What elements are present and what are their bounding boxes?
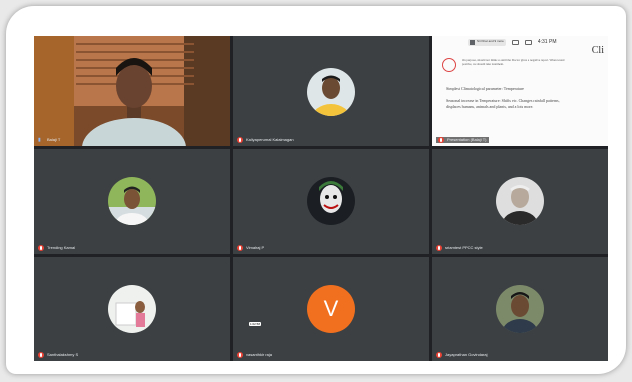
profile-avatar xyxy=(496,177,544,225)
participant-tile-vimalraj[interactable]: Vimalraj P xyxy=(233,149,429,254)
screenshot-frame: ▮ Balaji T Kaliyaperumal Kalaimagan Sri … xyxy=(6,6,626,374)
microphone-icon: ▮ xyxy=(38,137,41,143)
participant-label: sriamtest PPCC style xyxy=(436,245,483,251)
meeting-timer: 1:02:58 xyxy=(249,322,262,326)
mic-muted-icon xyxy=(38,245,44,251)
participant-tile-sriamtest[interactable]: sriamtest PPCC style xyxy=(432,149,608,254)
participant-name: Balaji T xyxy=(47,137,61,142)
user-thumbnail-icon xyxy=(470,39,475,45)
network-icon[interactable] xyxy=(511,39,519,45)
mic-muted-icon xyxy=(438,137,444,143)
shared-slide: Sri Khar and 9 more 4:31 PM Cli On purpo… xyxy=(432,36,608,146)
profile-avatar xyxy=(108,177,156,225)
participant-tile-jayaprathan[interactable]: Jayaprathan Govindaraj xyxy=(432,257,608,361)
slide-heading: Cli xyxy=(591,45,604,56)
participant-name: vasanthkir raja xyxy=(246,352,273,357)
participant-tile-santhalakshmy[interactable]: Santhalakshmy S xyxy=(34,257,230,361)
warning-icon xyxy=(442,58,456,72)
participant-tile-balaji[interactable]: ▮ Balaji T xyxy=(34,36,230,146)
participant-label: Trending Kamal xyxy=(38,245,75,251)
participant-label: Presentation (Balaji T) xyxy=(436,137,489,143)
slide-bullet: Simplest Climatological parameter: Tempe… xyxy=(446,86,524,91)
presentation-tile[interactable]: Sri Khar and 9 more 4:31 PM Cli On purpo… xyxy=(432,36,608,146)
slide-notice: On purpose, should not think so until th… xyxy=(462,58,565,66)
participant-label: ▮ Balaji T xyxy=(38,137,60,143)
participant-tile-trending-kamal[interactable]: Trending Kamal xyxy=(34,149,230,254)
taskbar: Sri Khar and 9 more 4:31 PM xyxy=(432,36,608,48)
slide-bullet: Seasonal increase in Temperature: Shifts… xyxy=(446,98,560,109)
chat-icon[interactable] xyxy=(524,39,532,45)
participant-label: Santhalakshmy S xyxy=(38,352,78,358)
profile-avatar xyxy=(307,177,355,225)
participant-label: Vimalraj P xyxy=(237,245,264,251)
profile-avatar xyxy=(496,285,544,333)
mic-muted-icon xyxy=(237,245,243,251)
mic-muted-icon xyxy=(38,352,44,358)
mic-muted-icon xyxy=(237,352,243,358)
participant-tile-kaliyaperumal[interactable]: Kaliyaperumal Kalaimagan xyxy=(233,36,429,146)
slide-bullets: Simplest Climatological parameter: Tempe… xyxy=(446,86,574,116)
notification-chip[interactable]: Sri Khar and 9 more xyxy=(468,38,506,46)
participant-label: Kaliyaperumal Kalaimagan xyxy=(237,137,294,143)
participant-tile-vasanthkir[interactable]: V vasanthkir raja xyxy=(233,257,429,361)
initial-avatar: V xyxy=(307,285,355,333)
participant-name: Jayaprathan Govindaraj xyxy=(445,352,488,357)
participant-name: Vimalraj P xyxy=(246,245,265,250)
profile-avatar xyxy=(307,68,355,116)
participant-name: Trending Kamal xyxy=(47,245,76,250)
mic-muted-icon xyxy=(436,245,442,251)
meeting-grid: ▮ Balaji T Kaliyaperumal Kalaimagan Sri … xyxy=(34,36,608,361)
participant-name: Kaliyaperumal Kalaimagan xyxy=(246,137,294,142)
participant-label: Jayaprathan Govindaraj xyxy=(436,352,487,358)
mic-muted-icon xyxy=(237,137,243,143)
participant-name: Presentation (Balaji T) xyxy=(447,137,487,142)
system-clock: 4:31 PM xyxy=(537,39,557,45)
participant-name: sriamtest PPCC style xyxy=(445,245,483,250)
camera-video-feed xyxy=(34,36,230,146)
mic-muted-icon xyxy=(436,352,442,358)
profile-avatar xyxy=(108,285,156,333)
participant-label: vasanthkir raja xyxy=(237,352,272,358)
participant-name: Santhalakshmy S xyxy=(47,352,79,357)
